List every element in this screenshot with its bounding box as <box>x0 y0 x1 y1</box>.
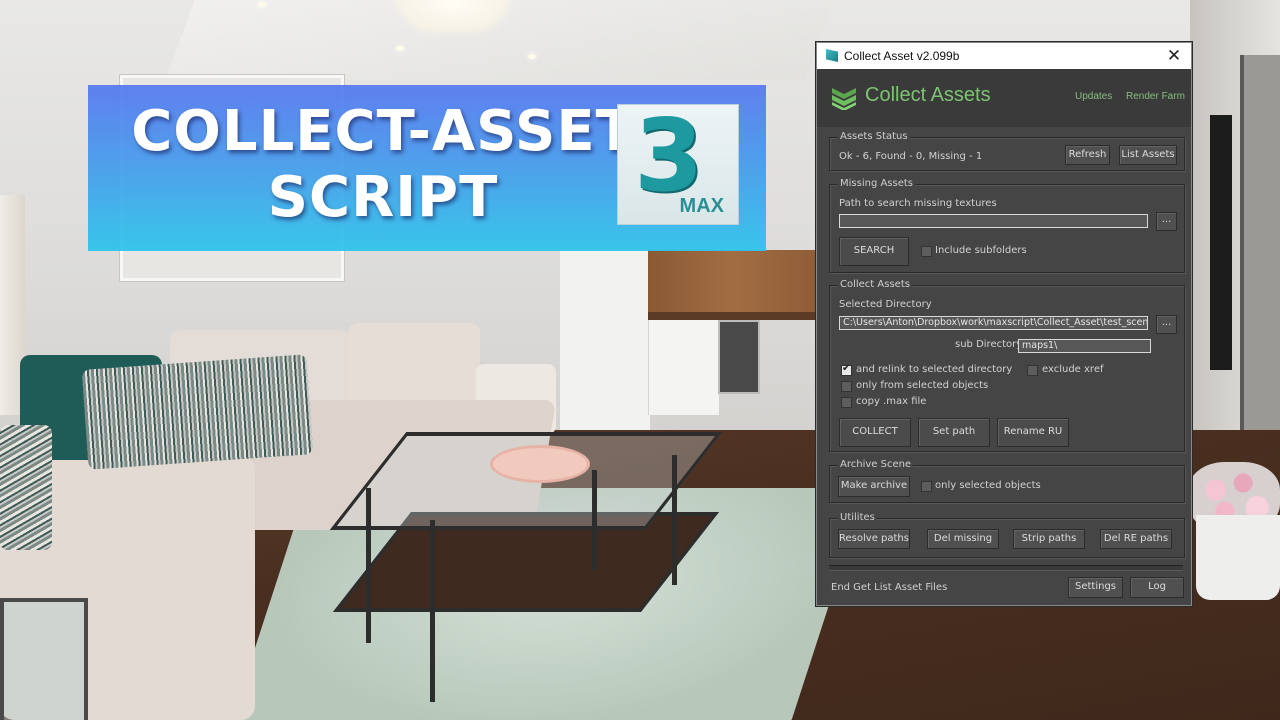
ceiling-spotlight <box>396 46 404 51</box>
chevron-stack-icon <box>832 88 856 110</box>
include-subfolders-checkbox[interactable] <box>921 246 932 257</box>
copy-max-file-checkbox[interactable] <box>841 397 852 408</box>
browse-directory-button[interactable]: ... <box>1156 315 1177 334</box>
copy-max-file-label: copy .max file <box>856 396 927 407</box>
assets-status-group: Assets Status Ok - 6, Found - 0, Missing… <box>829 131 1185 171</box>
selected-directory-input[interactable]: C:\Users\Anton\Dropbox\work\maxscript\Co… <box>839 316 1148 330</box>
window-title: Collect Asset v2.099b <box>844 49 960 63</box>
table-leg <box>672 455 677 585</box>
archive-scene-group: Archive Scene Make archive only selected… <box>829 459 1185 503</box>
list-assets-button[interactable]: List Assets <box>1119 145 1177 165</box>
window-titlebar[interactable]: Collect Asset v2.099b ✕ <box>817 43 1191 69</box>
relink-checkbox[interactable] <box>841 363 852 376</box>
table-leg <box>430 520 435 702</box>
del-missing-button[interactable]: Del missing <box>927 529 999 549</box>
search-button[interactable]: SEARCH <box>839 237 909 266</box>
banner-title-line1: COLLECT-ASSET <box>131 99 635 164</box>
striped-pillow <box>0 425 52 550</box>
search-path-input[interactable] <box>839 214 1148 228</box>
utilities-group: Utilites Resolve paths Del missing Strip… <box>829 512 1185 558</box>
path-label: Path to search missing textures <box>839 198 997 209</box>
settings-button[interactable]: Settings <box>1068 577 1123 598</box>
selected-directory-label: Selected Directory <box>839 299 932 310</box>
banner-title: COLLECT-ASSET SCRIPT <box>88 99 678 231</box>
3dsmax-icon <box>826 49 838 62</box>
pink-tray <box>490 445 590 483</box>
only-selected-objects-checkbox[interactable] <box>841 381 852 392</box>
include-subfolders-label: Include subfolders <box>935 245 1027 256</box>
oven <box>718 320 760 394</box>
ceiling-spotlight <box>528 54 536 59</box>
set-path-button[interactable]: Set path <box>918 418 990 447</box>
kitchen-cabinet <box>648 320 719 415</box>
title-banner: COLLECT-ASSET SCRIPT 3 MAX <box>88 85 766 251</box>
side-table <box>0 598 88 720</box>
only-selected-objects-label: only from selected objects <box>856 380 989 391</box>
refresh-button[interactable]: Refresh <box>1065 145 1110 165</box>
group-label: Missing Assets <box>838 178 916 189</box>
wall-tv <box>1210 115 1232 370</box>
updates-link[interactable]: Updates <box>1075 91 1112 102</box>
table-leg <box>592 470 597 570</box>
rename-ru-button[interactable]: Rename RU <box>997 418 1069 447</box>
logo-text: MAX <box>679 195 724 217</box>
group-label: Archive Scene <box>838 459 914 470</box>
group-label: Collect Assets <box>838 279 912 290</box>
vase <box>1196 515 1280 600</box>
sub-directory-label: sub Directory <box>955 339 1023 350</box>
resolve-paths-button[interactable]: Resolve paths <box>838 529 910 549</box>
kitchen-counter <box>648 312 818 320</box>
close-icon[interactable]: ✕ <box>1163 45 1185 67</box>
progress-bar <box>829 565 1183 571</box>
dialog-body: Assets Status Ok - 6, Found - 0, Missing… <box>817 127 1191 605</box>
browse-search-path-button[interactable]: ... <box>1156 212 1177 231</box>
group-label: Assets Status <box>838 131 910 142</box>
collect-assets-group: Collect Assets Selected Directory C:\Use… <box>829 279 1185 452</box>
del-re-paths-button[interactable]: Del RE paths <box>1100 529 1172 549</box>
wall-pillar <box>560 250 650 430</box>
archive-only-selected-label: only selected objects <box>935 480 1041 491</box>
striped-pillow <box>81 354 314 470</box>
collect-asset-dialog: Collect Asset v2.099b ✕ Collect Assets U… <box>816 42 1192 606</box>
app-logo-text: Collect Assets <box>865 84 991 106</box>
log-button[interactable]: Log <box>1130 577 1184 598</box>
kitchen-backsplash <box>648 250 818 320</box>
exclude-xref-checkbox[interactable] <box>1027 365 1038 376</box>
sub-directory-input[interactable]: maps1\ <box>1018 339 1151 353</box>
render-farm-link[interactable]: Render Farm <box>1126 91 1185 102</box>
strip-paths-button[interactable]: Strip paths <box>1013 529 1085 549</box>
status-text: End Get List Asset Files <box>831 582 948 593</box>
relink-label: and relink to selected directory <box>856 364 1013 375</box>
assets-status-text: Ok - 6, Found - 0, Missing - 1 <box>839 151 983 162</box>
group-label: Utilites <box>838 512 877 523</box>
archive-only-selected-checkbox[interactable] <box>921 481 932 492</box>
collect-button[interactable]: COLLECT <box>839 418 911 447</box>
3dsmax-logo: 3 MAX <box>618 97 738 224</box>
banner-title-line2: SCRIPT <box>267 165 499 230</box>
exclude-xref-label: exclude xref <box>1042 364 1104 375</box>
make-archive-button[interactable]: Make archive <box>838 476 910 497</box>
dialog-header: Collect Assets Updates Render Farm <box>817 69 1191 127</box>
missing-assets-group: Missing Assets Path to search missing te… <box>829 178 1185 273</box>
ceiling-spotlight <box>258 2 266 7</box>
table-leg <box>366 488 371 643</box>
